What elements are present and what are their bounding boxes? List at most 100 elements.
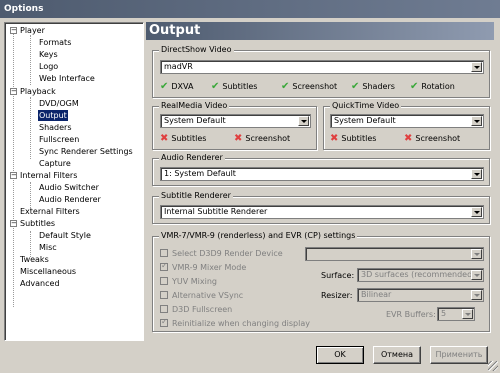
realmedia-value: System Default [164, 116, 226, 125]
alt-vsync-checkbox[interactable]: Alternative VSync [160, 291, 243, 301]
collapse-icon[interactable]: − [10, 88, 17, 95]
cross-icon: ✖ [404, 133, 413, 144]
cap-shaders: ✔ Shaders [351, 82, 395, 92]
tree-line [30, 35, 31, 85]
select-d3d9-checkbox[interactable]: Select D3D9 Render Device [160, 249, 283, 259]
tree-item-default-style[interactable]: Default Style [39, 230, 91, 241]
subtitle-renderer-select[interactable]: Internal Subtitle Renderer [160, 205, 484, 219]
page-title: Output [146, 22, 494, 40]
chevron-down-icon[interactable] [471, 270, 482, 280]
chevron-down-icon[interactable] [471, 207, 482, 217]
cap-label: DXVA [171, 82, 194, 91]
tree-item-audio-switcher[interactable]: Audio Switcher [39, 182, 99, 193]
apply-button[interactable]: Применить [430, 346, 488, 364]
tree-item-keys[interactable]: Keys [39, 49, 58, 60]
cap-label: Subtitles [171, 134, 207, 143]
audio-renderer-select[interactable]: 1: System Default [160, 167, 484, 181]
yuv-mixing-checkbox[interactable]: YUV Mixing [160, 277, 217, 287]
tree-item-player[interactable]: Player [20, 25, 45, 36]
checkbox-label: VMR-9 Mixer Mode [172, 263, 247, 272]
tree-item-advanced[interactable]: Advanced [20, 278, 60, 289]
chevron-down-icon[interactable] [471, 62, 482, 72]
tree-item-capture[interactable]: Capture [39, 158, 71, 169]
realmedia-select[interactable]: System Default [160, 114, 311, 128]
tree-line [13, 31, 14, 307]
directshow-label: DirectShow Video [159, 45, 234, 55]
mixer-mode-checkbox[interactable]: VMR-9 Mixer Mode [160, 261, 247, 273]
cap-screenshot: ✔ Screenshot [281, 82, 337, 92]
tree-item-dvd-ogm[interactable]: DVD/OGM [39, 98, 79, 109]
cross-icon: ✖ [330, 133, 339, 144]
tree-item-logo[interactable]: Logo [39, 61, 58, 72]
ok-button[interactable]: OK [316, 346, 364, 364]
cap-rotation: ✔ Rotation [410, 82, 455, 92]
cancel-button[interactable]: Отмена [373, 346, 421, 364]
resizer-value: Bilinear [361, 290, 392, 299]
chevron-down-icon[interactable] [471, 249, 482, 259]
realmedia-screenshot: ✖ Screenshot [234, 134, 290, 144]
surface-select[interactable]: 3D surfaces (recommended) [357, 268, 484, 282]
cap-label: Screenshot [415, 134, 461, 143]
resizer-select[interactable]: Bilinear [357, 288, 484, 302]
chevron-down-icon[interactable] [471, 116, 482, 126]
subtitle-renderer-label: Subtitle Renderer [159, 191, 233, 201]
tree-item-tweaks[interactable]: Tweaks [20, 254, 49, 265]
cap-label: Screenshot [245, 134, 291, 143]
window-title: Options [0, 0, 500, 18]
quicktime-screenshot: ✖ Screenshot [404, 134, 460, 144]
check-icon: ✔ [410, 81, 419, 92]
check-icon: ✔ [211, 81, 220, 92]
directshow-select[interactable]: madVR [160, 60, 484, 74]
tree-item-internal-filters[interactable]: Internal Filters [20, 170, 77, 181]
resizer-label: Resizer: [321, 291, 353, 300]
d3d9-device-select[interactable] [305, 247, 484, 261]
collapse-icon[interactable]: − [10, 27, 17, 34]
chevron-down-icon[interactable] [298, 116, 309, 126]
tree-item-output[interactable]: Output [38, 110, 68, 121]
cross-icon: ✖ [160, 133, 169, 144]
cross-icon: ✖ [234, 133, 243, 144]
tree-item-playback[interactable]: Playback [20, 86, 56, 97]
evr-buffers-label: EVR Buffers: [386, 310, 436, 319]
vmr-label: VMR-7/VMR-9 (renderless) and EVR (CP) se… [159, 231, 358, 241]
options-tree[interactable]: − Player Formats Keys Logo Web Interface… [4, 22, 144, 341]
tree-item-formats[interactable]: Formats [39, 37, 71, 48]
cap-label: Subtitles [222, 82, 258, 91]
checkbox-label: D3D Fullscreen [172, 305, 233, 314]
resize-grip-icon[interactable] [488, 361, 498, 371]
directshow-value: madVR [164, 62, 193, 71]
tree-item-misc[interactable]: Misc [39, 242, 57, 253]
tree-item-fullscreen[interactable]: Fullscreen [39, 134, 79, 145]
quicktime-select[interactable]: System Default [330, 114, 484, 128]
checkbox-icon [160, 291, 168, 299]
checkbox-icon [160, 249, 168, 257]
evr-buffers-select[interactable]: 5 [437, 307, 475, 321]
d3d-fullscreen-checkbox[interactable]: D3D Fullscreen [160, 305, 232, 315]
checkbox-label: Reinitialize when changing display [172, 319, 310, 328]
checkbox-label: Select D3D9 Render Device [172, 249, 283, 258]
tree-item-external-filters[interactable]: External Filters [20, 206, 80, 217]
tree-item-miscellaneous[interactable]: Miscellaneous [20, 266, 76, 277]
reinitialize-checkbox[interactable]: Reinitialize when changing display [160, 317, 310, 329]
quicktime-subtitles: ✖ Subtitles [330, 134, 376, 144]
check-icon: ✔ [351, 81, 360, 92]
cap-label: Rotation [421, 82, 455, 91]
checkbox-icon [160, 277, 168, 285]
tree-item-subtitles[interactable]: Subtitles [20, 218, 55, 229]
tree-item-web-interface[interactable]: Web Interface [39, 73, 95, 84]
audio-renderer-label: Audio Renderer [159, 153, 225, 163]
tree-item-audio-renderer[interactable]: Audio Renderer [39, 194, 101, 205]
chevron-down-icon[interactable] [471, 290, 482, 300]
collapse-icon[interactable]: − [10, 220, 17, 227]
tree-item-sync-renderer[interactable]: Sync Renderer Settings [39, 146, 133, 157]
checkbox-icon [160, 317, 168, 327]
quicktime-label: QuickTime Video [330, 101, 402, 111]
tree-item-shaders[interactable]: Shaders [39, 122, 72, 133]
collapse-icon[interactable]: − [10, 172, 17, 179]
cap-label: Subtitles [341, 134, 377, 143]
checkbox-label: Alternative VSync [172, 291, 244, 300]
cap-label: Shaders [362, 82, 395, 91]
tree-line [30, 182, 31, 208]
chevron-down-icon[interactable] [462, 309, 473, 319]
chevron-down-icon[interactable] [471, 169, 482, 179]
